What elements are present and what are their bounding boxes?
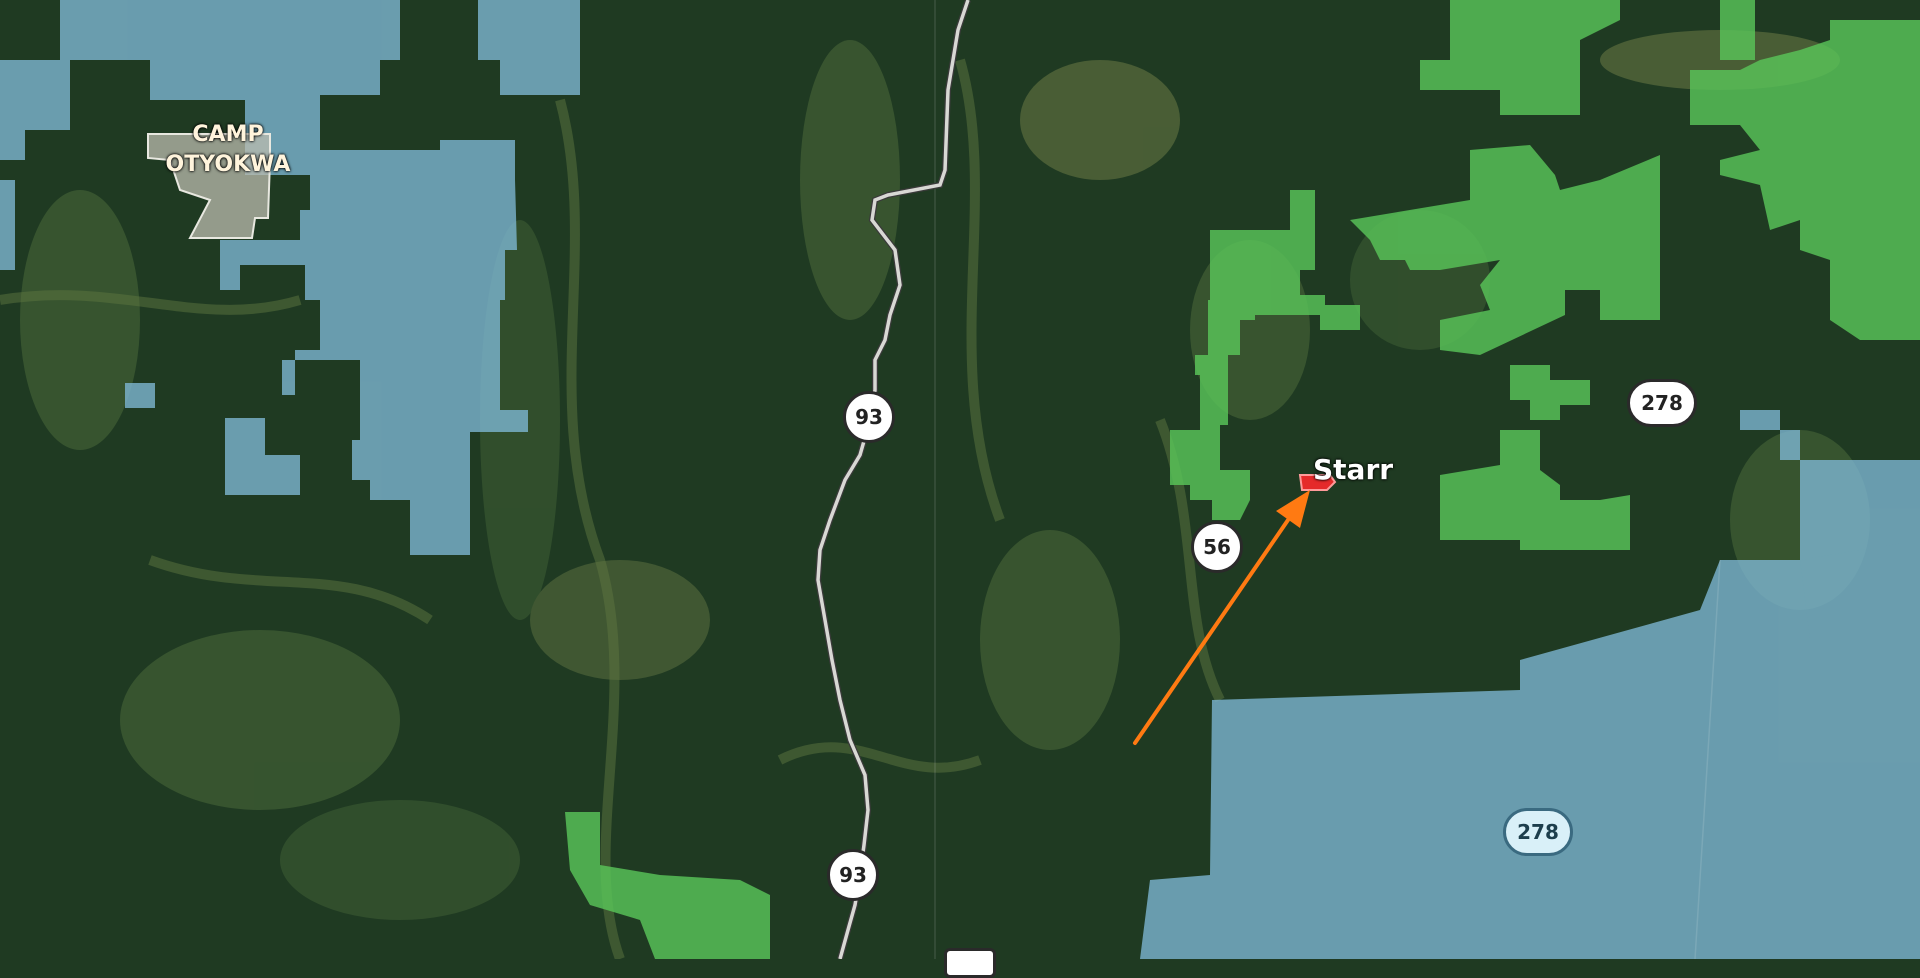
route-shield-56[interactable]: 56 <box>1191 521 1243 573</box>
route-shield-278-north[interactable]: 278 <box>1627 379 1697 427</box>
route-shield-278-south[interactable]: 278 <box>1503 808 1573 856</box>
route-shield-93-north[interactable]: 93 <box>843 391 895 443</box>
camp-otyokwa-label: CAMP OTYOKWA <box>165 122 291 177</box>
route-shield-93-south[interactable]: 93 <box>827 849 879 901</box>
starr-town-label: Starr <box>1313 453 1394 486</box>
partial-route-shield <box>944 948 996 978</box>
